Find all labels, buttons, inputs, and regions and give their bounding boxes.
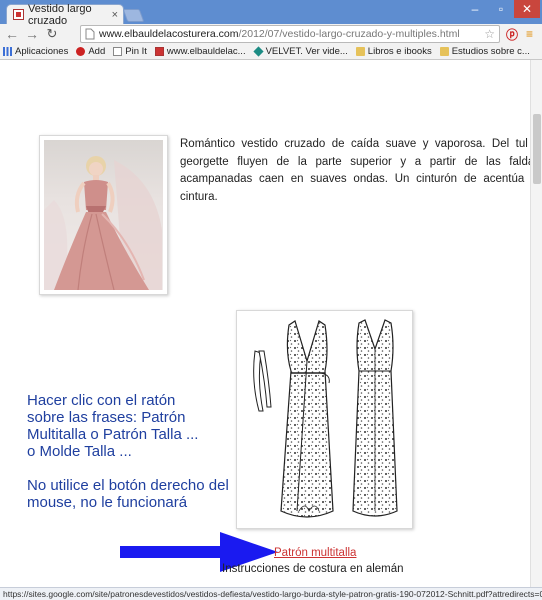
- pattern-multisize-link[interactable]: Patrón multitalla: [274, 547, 356, 559]
- page-content: Romántico vestido cruzado de caída suave…: [0, 60, 530, 587]
- bookmark-label: Add: [88, 46, 106, 57]
- browser-toolbar: ← → ↻ www.elbauldelacosturera.com/2012/0…: [0, 24, 542, 44]
- dress-photo[interactable]: [39, 135, 168, 295]
- pinterest-icon: [76, 47, 86, 56]
- url-host: www.elbauldelacosturera.com: [99, 28, 239, 40]
- photo-image: [44, 140, 163, 290]
- diamond-icon: [253, 46, 264, 57]
- tab-strip: Vestido largo cruzado × – ▫ ✕: [0, 0, 542, 27]
- forward-arrow-icon[interactable]: →: [22, 26, 42, 42]
- bookmarks-bar: Aplicaciones Add Pin It www.elbauldelac.…: [0, 44, 542, 60]
- page-icon: [85, 28, 95, 40]
- bookmark-pin-it[interactable]: Pin It: [113, 46, 147, 57]
- sewing-instructions-text: Instrucciones de costura en alemán: [222, 563, 404, 575]
- url-path: /2012/07/vestido-largo-cruzado-y-multipl…: [238, 28, 460, 40]
- bookmark-label: VELVET. Ver vide...: [265, 46, 348, 57]
- new-tab-button[interactable]: [122, 9, 145, 22]
- instruction-line-1: Hacer clic con el ratón sobre las frases…: [27, 392, 199, 460]
- model-in-pink-dress: [44, 156, 162, 290]
- bookmark-label: www.elbauldelac...: [166, 46, 246, 57]
- bookmark-label: Libros e ibooks: [367, 46, 432, 57]
- pinterest-extension-icon[interactable]: ⓟ: [506, 26, 518, 43]
- bookmark-libros[interactable]: Libros e ibooks: [355, 46, 432, 57]
- bookmark-label: Pin It: [125, 46, 147, 57]
- site-favicon-icon: [154, 47, 164, 56]
- instruction-line-2: No utilice el botón derecho del mouse, n…: [27, 477, 229, 511]
- site-favicon-icon: [13, 9, 24, 20]
- bookmark-star-icon[interactable]: ☆: [484, 27, 495, 41]
- click-instructions: Hacer clic con el ratón sobre las frases…: [27, 392, 257, 528]
- minimize-icon[interactable]: –: [462, 0, 488, 18]
- back-arrow-icon[interactable]: ←: [2, 26, 22, 42]
- maximize-icon[interactable]: ▫: [488, 0, 514, 18]
- apps-grid-icon: [3, 47, 12, 56]
- bookmark-elbaul[interactable]: www.elbauldelac...: [154, 46, 246, 57]
- vertical-scrollbar[interactable]: [530, 60, 542, 587]
- close-window-icon[interactable]: ✕: [514, 0, 540, 18]
- tab-close-icon[interactable]: ×: [112, 9, 118, 21]
- pattern-sketch[interactable]: [236, 310, 413, 529]
- scrollbar-thumb[interactable]: [533, 114, 541, 184]
- reload-icon[interactable]: ↻: [42, 26, 62, 42]
- active-tab[interactable]: Vestido largo cruzado ×: [6, 2, 124, 27]
- folder-icon: [439, 47, 449, 56]
- status-bar-url: https://sites.google.com/site/patronesde…: [0, 587, 542, 600]
- folder-icon: [355, 47, 365, 56]
- menu-icon[interactable]: ≡: [526, 27, 533, 41]
- post-description: Romántico vestido cruzado de caída suave…: [180, 138, 530, 203]
- tab-title: Vestido largo cruzado: [28, 2, 92, 27]
- dress-technical-drawing: [253, 319, 398, 518]
- bookmark-label: Aplicaciones: [15, 46, 69, 57]
- bookmark-add[interactable]: Add: [76, 46, 105, 57]
- bookmark-label: Estudios sobre c...: [451, 46, 530, 57]
- address-bar[interactable]: www.elbauldelacosturera.com/2012/07/vest…: [80, 25, 500, 43]
- page-icon: [113, 47, 123, 56]
- bookmark-velvet[interactable]: VELVET. Ver vide...: [253, 46, 348, 57]
- bookmark-apps[interactable]: Aplicaciones: [3, 46, 68, 57]
- bookmark-estudios[interactable]: Estudios sobre c...: [439, 46, 530, 57]
